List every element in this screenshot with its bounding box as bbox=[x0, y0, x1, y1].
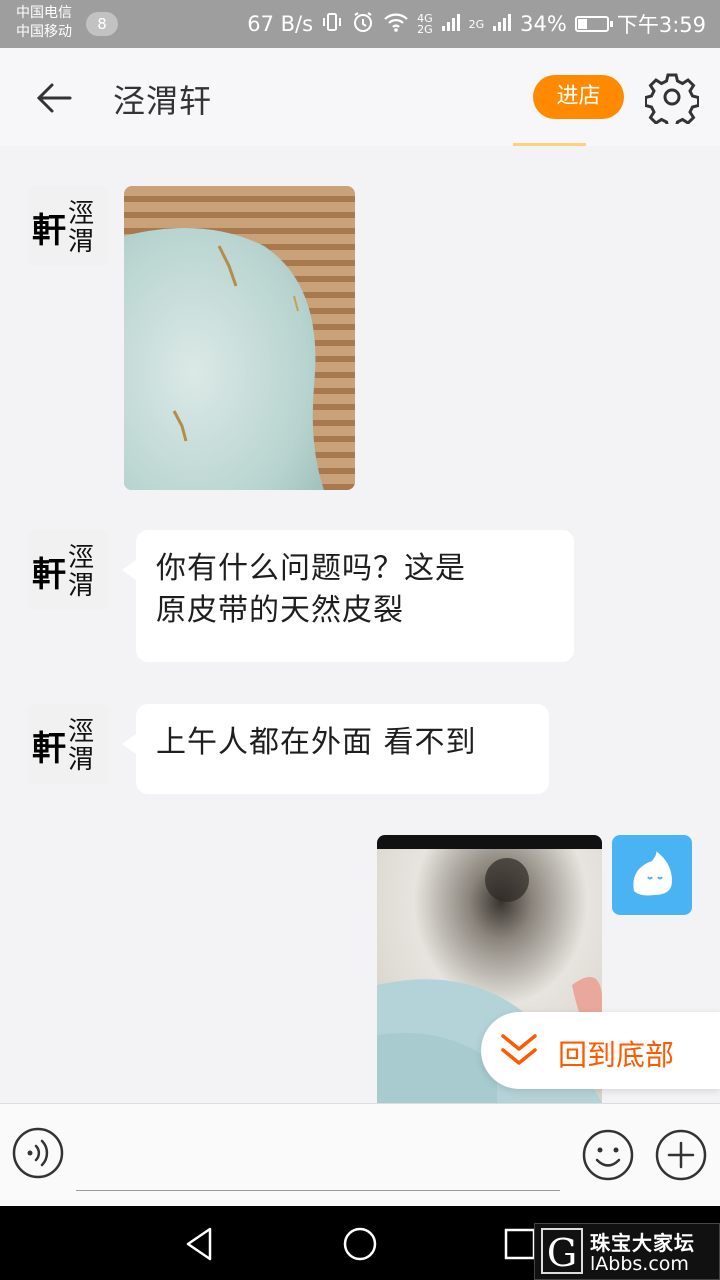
carrier-2: 中国移动 bbox=[16, 24, 72, 40]
back-arrow-icon bbox=[36, 83, 72, 113]
back-to-bottom-button[interactable]: 回到底部 bbox=[481, 1012, 720, 1089]
my-avatar[interactable] bbox=[612, 835, 692, 915]
text-message[interactable]: 上午人都在外面 看不到 bbox=[122, 704, 549, 794]
message-line: 上午人都在外面 看不到 bbox=[156, 725, 477, 760]
alarm-icon bbox=[351, 10, 375, 39]
back-to-bottom-label: 回到底部 bbox=[558, 1038, 675, 1072]
shop-avatar[interactable]: 涇 渭 軒 bbox=[28, 704, 108, 784]
triangle-back-icon bbox=[186, 1227, 212, 1261]
signal-bars-icon bbox=[441, 12, 461, 37]
svg-text:渭: 渭 bbox=[68, 571, 94, 601]
back-button[interactable] bbox=[30, 74, 78, 122]
chat-header: 泾渭轩 进店 bbox=[0, 48, 720, 146]
voice-input-button[interactable] bbox=[12, 1127, 64, 1179]
carrier-1: 中国电信 bbox=[16, 5, 72, 21]
signal-bars-2-icon bbox=[492, 12, 512, 37]
svg-text:涇: 涇 bbox=[68, 543, 94, 573]
wifi-icon bbox=[383, 11, 409, 38]
shop-logo-image: 涇 渭 軒 bbox=[28, 530, 108, 610]
battery-fill bbox=[577, 19, 587, 29]
message-input[interactable] bbox=[76, 1118, 560, 1191]
carrier-labels: 中国电信 中国移动 bbox=[16, 4, 72, 42]
jade-photo-message[interactable] bbox=[124, 186, 355, 490]
signal-2g-label: 2G bbox=[468, 17, 485, 31]
svg-text:軒: 軒 bbox=[32, 211, 66, 251]
status-bar: 中国电信 中国移动 8 67 B/s 4G 2G 2G 34% 下午3:59 bbox=[0, 0, 720, 48]
svg-text:涇: 涇 bbox=[68, 199, 94, 229]
network-speed: 67 B/s bbox=[247, 12, 314, 36]
text-message[interactable]: 你有什么问题吗？这是 原皮带的天然皮裂 bbox=[122, 530, 574, 662]
shop-avatar[interactable]: 涇 渭 軒 bbox=[28, 530, 108, 610]
enter-store-button[interactable]: 进店 bbox=[533, 75, 624, 119]
plus-icon bbox=[655, 1129, 707, 1181]
smiling-blob-icon bbox=[633, 851, 672, 896]
nav-home-button[interactable] bbox=[340, 1224, 380, 1264]
battery-icon bbox=[574, 16, 613, 32]
message-input-bar bbox=[0, 1103, 720, 1207]
jade-crack-photo bbox=[124, 186, 355, 490]
site-watermark: G 珠宝大家坛 lAbbs.com bbox=[534, 1223, 720, 1280]
gear-icon bbox=[644, 73, 700, 130]
double-chevron-down-icon bbox=[501, 1034, 537, 1065]
settings-button[interactable] bbox=[644, 70, 700, 130]
svg-text:軒: 軒 bbox=[32, 555, 66, 595]
more-actions-button[interactable] bbox=[654, 1128, 708, 1182]
clock: 下午3:59 bbox=[616, 13, 706, 37]
watermark-name-cn: 珠宝大家坛 bbox=[590, 1231, 695, 1255]
signal-4g-label: 4G 2G bbox=[417, 12, 433, 36]
vibrate-icon bbox=[321, 11, 343, 38]
nav-back-button[interactable] bbox=[180, 1224, 220, 1264]
svg-text:渭: 渭 bbox=[68, 227, 94, 257]
notification-badge: 8 bbox=[86, 12, 118, 36]
battery-percent: 34% bbox=[520, 12, 567, 36]
svg-text:軒: 軒 bbox=[32, 729, 66, 769]
watermark-logo: G bbox=[541, 1228, 583, 1275]
svg-text:渭: 渭 bbox=[68, 745, 94, 775]
voice-icon bbox=[12, 1127, 64, 1179]
header-tab-indicator bbox=[513, 143, 586, 146]
shop-logo-image: 涇 渭 軒 bbox=[28, 704, 108, 784]
circle-home-icon bbox=[343, 1227, 377, 1261]
shop-logo-image: 涇 渭 軒 bbox=[28, 186, 108, 266]
message-line: 原皮带的天然皮裂 bbox=[156, 593, 404, 628]
svg-text:涇: 涇 bbox=[68, 717, 94, 747]
status-icons: 67 B/s 4G 2G 2G 34% 下午3:59 bbox=[247, 10, 706, 38]
emoji-button[interactable] bbox=[581, 1128, 635, 1182]
shop-avatar[interactable]: 涇 渭 軒 bbox=[28, 186, 108, 266]
page-title: 泾渭轩 bbox=[113, 82, 213, 120]
watermark-name-en: lAbbs.com bbox=[590, 1253, 689, 1275]
smiley-icon bbox=[582, 1129, 634, 1181]
message-line: 你有什么问题吗？这是 bbox=[156, 551, 466, 586]
